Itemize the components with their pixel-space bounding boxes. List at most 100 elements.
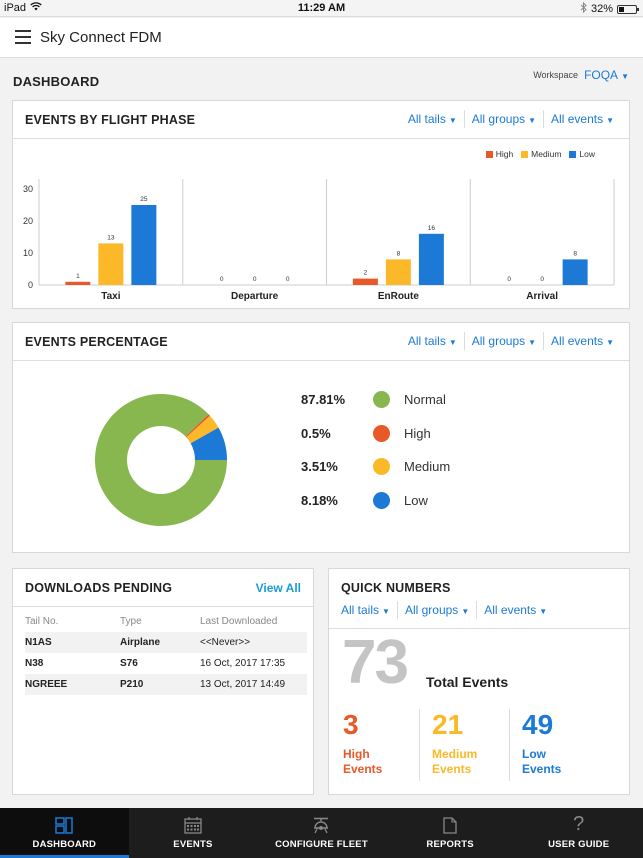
view-all-link[interactable]: View All	[256, 581, 301, 595]
events-filter[interactable]: All events ▼	[476, 601, 554, 619]
tab-dashboard[interactable]: DASHBOARD	[0, 808, 129, 858]
x-tick-label: EnRoute	[378, 291, 420, 302]
dashboard-icon	[55, 817, 74, 834]
bar-value-label: 0	[286, 276, 290, 283]
caret-down-icon: ▼	[461, 607, 470, 616]
events-filter[interactable]: All events ▼	[543, 332, 621, 350]
caret-down-icon: ▼	[606, 116, 614, 125]
events-by-phase-card: EVENTS BY FLIGHT PHASE All tails ▼ All gr…	[12, 100, 630, 309]
table-header: Tail No. Type Last Downloaded	[25, 611, 307, 632]
tails-filter[interactable]: All tails ▼	[401, 332, 464, 350]
caret-down-icon: ▼	[606, 338, 614, 347]
tab-configure-fleet[interactable]: CONFIGURE FLEET	[257, 808, 386, 858]
x-tick-label: Departure	[231, 291, 279, 302]
downloads-pending-card: DOWNLOADS PENDING View All Tail No. Type…	[12, 568, 314, 795]
filter-label: All events	[484, 603, 537, 617]
legend-label: Low	[404, 492, 428, 508]
y-tick-label: 0	[28, 280, 33, 290]
donut-slice-normal[interactable]	[95, 394, 228, 526]
bar-value-label: 8	[397, 250, 401, 257]
filter-bar: All tails ▼ All groups ▼ All events ▼	[401, 110, 621, 128]
bar-low[interactable]	[418, 233, 444, 285]
tails-filter[interactable]: All tails ▼	[401, 110, 464, 128]
tab-label: CONFIGURE FLEET	[275, 839, 368, 850]
total-events-count: 73	[342, 628, 409, 697]
tab-user-guide[interactable]: ? USER GUIDE	[514, 808, 643, 858]
events-filter[interactable]: All events ▼	[543, 110, 621, 128]
bar-chart: 0 10 20 30 1 13 25 Taxi 0 0 0 Departure 2 8 16 EnRoute 0…	[23, 179, 615, 302]
tab-label: EVENTS	[173, 839, 213, 850]
tab-events[interactable]: EVENTS	[129, 808, 258, 858]
bar-low[interactable]	[131, 205, 157, 285]
bar-value-label: 2	[364, 270, 368, 277]
card-header: DOWNLOADS PENDING View All	[13, 569, 313, 607]
caret-down-icon: ▼	[621, 72, 629, 81]
table-row[interactable]: N1AS Airplane <<Never>>	[25, 632, 307, 653]
bar-high[interactable]	[65, 281, 91, 285]
legend-label: Medium	[404, 459, 451, 475]
table-row[interactable]: N38 S76 16 Oct, 2017 17:35	[25, 653, 307, 674]
caret-down-icon: ▼	[448, 338, 457, 347]
high-events-count: 3	[343, 709, 359, 740]
card-title: QUICK NUMBERS	[341, 581, 451, 595]
caret-down-icon: ▼	[448, 116, 457, 125]
table-row[interactable]: NGREEE P210 13 Oct, 2017 14:49	[25, 674, 307, 695]
calendar-icon	[184, 817, 202, 834]
filter-label: All tails	[407, 112, 446, 126]
aircraft-type: Airplane	[120, 637, 161, 648]
high-events-label: High Events	[343, 747, 383, 776]
groups-filter[interactable]: All groups ▼	[463, 110, 543, 128]
filter-label: All groups	[471, 334, 526, 348]
column-header: Type	[120, 616, 142, 627]
bar-value-label: 1	[76, 273, 80, 280]
workspace-dropdown[interactable]: FOQA ▼	[584, 68, 629, 82]
bar-medium[interactable]	[385, 259, 411, 285]
card-header: EVENTS PERCENTAGE All tails ▼ All groups ▼…	[13, 323, 629, 361]
bar-medium[interactable]	[98, 243, 124, 285]
bar-high[interactable]	[352, 278, 378, 285]
clock: 11:29 AM	[297, 2, 346, 14]
donut-chart	[95, 394, 228, 526]
low-events-count: 49	[522, 709, 554, 740]
workspace-label: Workspace	[533, 70, 579, 80]
high-events-stat[interactable]: 3 High Events	[329, 709, 419, 781]
tab-label: REPORTS	[426, 839, 474, 850]
legend-label: High	[404, 425, 431, 441]
low-events-stat[interactable]: 49 Low Events	[509, 709, 599, 781]
workspace-selector: Workspace FOQA ▼	[533, 68, 629, 82]
percentage-value: 0.5%	[301, 425, 331, 441]
legend-dot	[373, 458, 390, 476]
filter-label: All groups	[404, 603, 459, 617]
card-title: EVENTS BY FLIGHT PHASE	[25, 113, 196, 127]
last-downloaded: 16 Oct, 2017 17:35	[200, 658, 286, 669]
legend-row-low: 8.18% Low	[301, 484, 450, 518]
medium-events-stat[interactable]: 21 Medium Events	[419, 709, 509, 781]
aircraft-type: P210	[120, 679, 144, 690]
battery-icon	[617, 4, 639, 14]
battery-percent: 32%	[590, 3, 613, 15]
y-tick-label: 30	[23, 184, 33, 194]
tab-reports[interactable]: REPORTS	[386, 808, 515, 858]
tab-label: DASHBOARD	[32, 839, 97, 850]
bar-value-label: 0	[220, 276, 224, 283]
percentage-value: 87.81%	[301, 392, 346, 408]
percentage-value: 8.18%	[301, 492, 338, 508]
y-tick-label: 20	[23, 216, 33, 226]
card-header: EVENTS BY FLIGHT PHASE All tails ▼ All gr…	[13, 101, 629, 139]
filter-label: All tails	[407, 334, 446, 348]
legend-dot	[373, 491, 390, 509]
legend-dot	[373, 424, 390, 442]
menu-icon[interactable]	[15, 30, 31, 44]
column-header: Tail No.	[25, 616, 59, 627]
total-events-label: Total Events	[426, 674, 509, 690]
tails-filter[interactable]: All tails ▼	[334, 601, 397, 619]
card-header: QUICK NUMBERS All tails ▼ All groups ▼ All…	[329, 569, 629, 629]
bluetooth-icon	[580, 1, 587, 16]
legend-dot	[373, 391, 390, 409]
caret-down-icon: ▼	[528, 338, 537, 347]
groups-filter[interactable]: All groups ▼	[463, 332, 543, 350]
bar-low[interactable]	[562, 259, 588, 285]
bar-value-label: 0	[540, 276, 544, 283]
groups-filter[interactable]: All groups ▼	[396, 601, 476, 619]
filter-bar: All tails ▼ All groups ▼ All events ▼	[401, 332, 621, 350]
